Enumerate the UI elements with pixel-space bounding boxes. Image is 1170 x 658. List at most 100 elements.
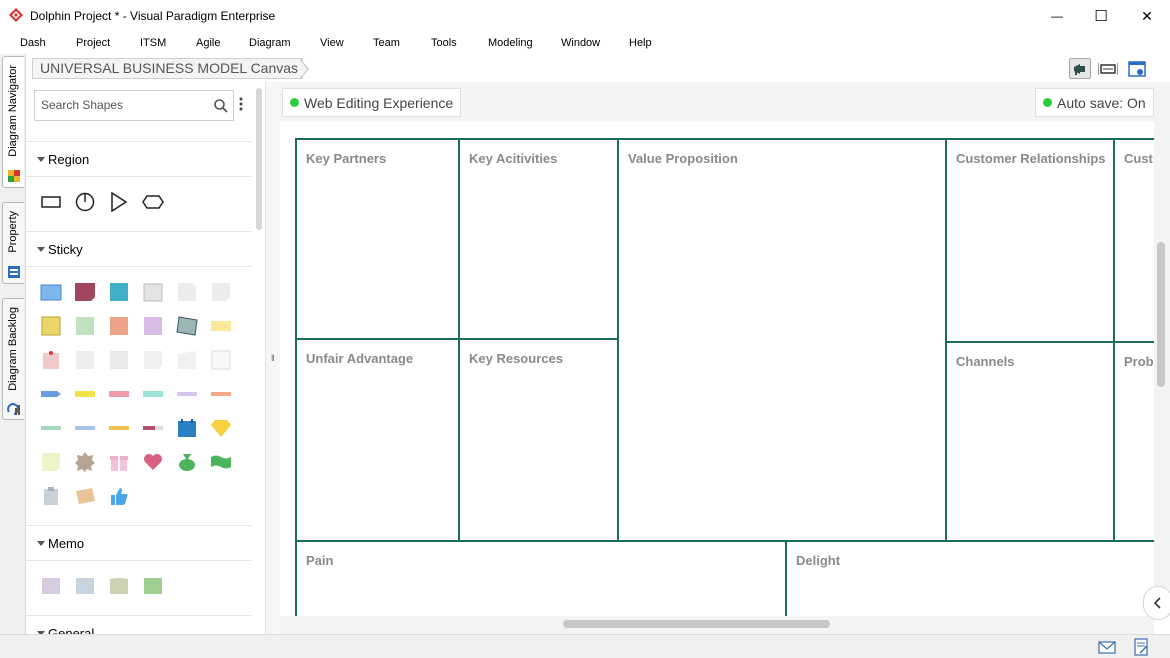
shape-hexagon-region[interactable] [142, 191, 164, 213]
sticky-teal-note[interactable] [108, 281, 130, 303]
sticky-green-note[interactable] [74, 315, 96, 337]
tab-diagram-navigator[interactable]: Diagram Navigator [2, 56, 24, 188]
horizontal-scrollbar[interactable] [563, 620, 830, 628]
sticky-maroon-note[interactable] [74, 281, 96, 303]
sticky-calendar[interactable] [176, 417, 198, 439]
breadcrumb[interactable]: UNIVERSAL BUSINESS MODEL Canvas [32, 58, 304, 79]
category-sticky[interactable]: Sticky [26, 231, 252, 267]
menu-agile[interactable]: Agile [196, 37, 220, 49]
menu-itsm[interactable]: ITSM [140, 37, 166, 49]
sticky-gift[interactable] [108, 451, 130, 473]
cell-problem[interactable]: Prob [1113, 341, 1154, 542]
close-button[interactable]: ✕ [1124, 0, 1170, 32]
sticky-green-flag[interactable] [210, 451, 232, 473]
sticky-money-bag[interactable] [176, 451, 198, 473]
collapse-panel-button[interactable] [1143, 586, 1170, 620]
search-shapes-input[interactable] [41, 98, 211, 112]
sticky-grey-note-1[interactable] [142, 281, 164, 303]
memo-lilac[interactable] [40, 575, 62, 597]
sticky-orange-zigzag[interactable] [210, 383, 232, 405]
sticky-pink-pinned[interactable] [40, 349, 62, 371]
minimize-button[interactable]: — [1034, 0, 1080, 32]
sticky-tab-icon [177, 392, 197, 396]
menu-project[interactable]: Project [76, 37, 110, 49]
auto-save-badge[interactable]: Auto save: On [1035, 88, 1154, 117]
menu-modeling[interactable]: Modeling [488, 37, 533, 49]
cell-channels[interactable]: Channels [945, 341, 1115, 542]
sticky-light-grey-2[interactable] [108, 349, 130, 371]
memo-khaki[interactable] [108, 575, 130, 597]
cell-key-activities[interactable]: Key Acitivities [458, 138, 619, 340]
sticky-diamond[interactable] [210, 417, 232, 439]
memo-green[interactable] [142, 575, 164, 597]
shape-rectangle-region[interactable] [40, 191, 62, 213]
menu-tools[interactable]: Tools [431, 37, 457, 49]
sticky-blue-arrow-tab[interactable] [40, 383, 62, 405]
cell-pain[interactable]: Pain [295, 540, 787, 616]
sticky-blue-folder[interactable] [40, 281, 62, 303]
sticky-white-note[interactable] [210, 349, 232, 371]
announcement-button[interactable] [1069, 58, 1091, 79]
sticky-dark-strip[interactable] [142, 417, 164, 439]
category-memo[interactable]: Memo [26, 525, 252, 561]
sticky-pale-note[interactable] [40, 451, 62, 473]
menu-view[interactable]: View [320, 37, 344, 49]
sticky-grey-note-2[interactable] [176, 281, 198, 303]
sticky-lilac-strip[interactable] [176, 383, 198, 405]
cell-key-resources[interactable]: Key Resources [458, 338, 619, 542]
shape-circle-region[interactable] [74, 191, 96, 213]
web-editing-badge[interactable]: Web Editing Experience [282, 88, 462, 117]
diagram-canvas[interactable]: Key Partners Key Acitivities Value Propo… [280, 122, 1154, 616]
category-region[interactable]: Region [26, 141, 252, 177]
tab-property[interactable]: Property [2, 202, 24, 284]
sticky-blue-strip[interactable] [74, 417, 96, 439]
memo-blue-grey[interactable] [74, 575, 96, 597]
cell-value-proposition[interactable]: Value Proposition [617, 138, 947, 542]
tab-diagram-backlog[interactable]: Diagram Backlog [2, 298, 24, 420]
sticky-yellow-tab[interactable] [210, 315, 232, 337]
sticky-thumbs-up[interactable] [108, 485, 130, 507]
menu-dash[interactable]: Dash [20, 37, 46, 49]
edit-document-icon[interactable] [1132, 638, 1150, 656]
sticky-gold-strip[interactable] [108, 417, 130, 439]
diagram-settings-button[interactable] [1126, 58, 1148, 79]
search-icon[interactable] [213, 98, 229, 114]
sticky-clipboard[interactable] [40, 485, 62, 507]
cell-key-partners[interactable]: Key Partners [295, 138, 460, 340]
sticky-yellow-strip[interactable] [74, 383, 96, 405]
sticky-badge[interactable] [74, 451, 96, 473]
mail-icon[interactable] [1098, 638, 1116, 656]
vertical-scrollbar[interactable] [1157, 242, 1165, 387]
shapes-panel-scrollbar[interactable] [256, 88, 262, 230]
menu-help[interactable]: Help [629, 37, 652, 49]
sticky-lavender-note[interactable] [142, 315, 164, 337]
sticky-light-grey-1[interactable] [74, 349, 96, 371]
menu-diagram[interactable]: Diagram [249, 37, 291, 49]
sticky-yellow-grid[interactable] [40, 315, 62, 337]
sticky-green-strip[interactable] [40, 417, 62, 439]
maximize-button[interactable]: ☐ [1078, 0, 1124, 32]
menu-window[interactable]: Window [561, 37, 600, 49]
menu-team[interactable]: Team [373, 37, 400, 49]
splitter-grip-icon[interactable]: ‖ [271, 353, 275, 363]
cell-delight[interactable]: Delight [785, 540, 1154, 616]
more-options-icon[interactable] [239, 96, 243, 112]
sticky-mint-strip[interactable] [142, 383, 164, 405]
category-general[interactable]: General [26, 615, 252, 634]
sticky-pink-strip[interactable] [108, 383, 130, 405]
diagram-backlog-icon [7, 403, 20, 415]
cell-customer-relationships[interactable]: Customer Relationships [945, 138, 1115, 343]
shape-triangle-region[interactable] [108, 191, 130, 213]
sticky-light-grey-4[interactable] [176, 349, 198, 371]
cell-unfair-advantage[interactable]: Unfair Advantage [295, 338, 460, 542]
cell-customer-segments[interactable]: Cust [1113, 138, 1154, 343]
cell-customer-segments-label: Cust [1124, 151, 1153, 166]
fit-to-window-button[interactable] [1097, 58, 1119, 79]
sticky-heart[interactable] [142, 451, 164, 473]
sticky-tape-note[interactable] [74, 485, 96, 507]
sticky-salmon-note[interactable] [108, 315, 130, 337]
sticky-lined-note[interactable] [176, 315, 198, 337]
sticky-grey-note-3[interactable] [210, 281, 232, 303]
sticky-light-grey-3[interactable] [142, 349, 164, 371]
search-box[interactable] [34, 90, 234, 121]
